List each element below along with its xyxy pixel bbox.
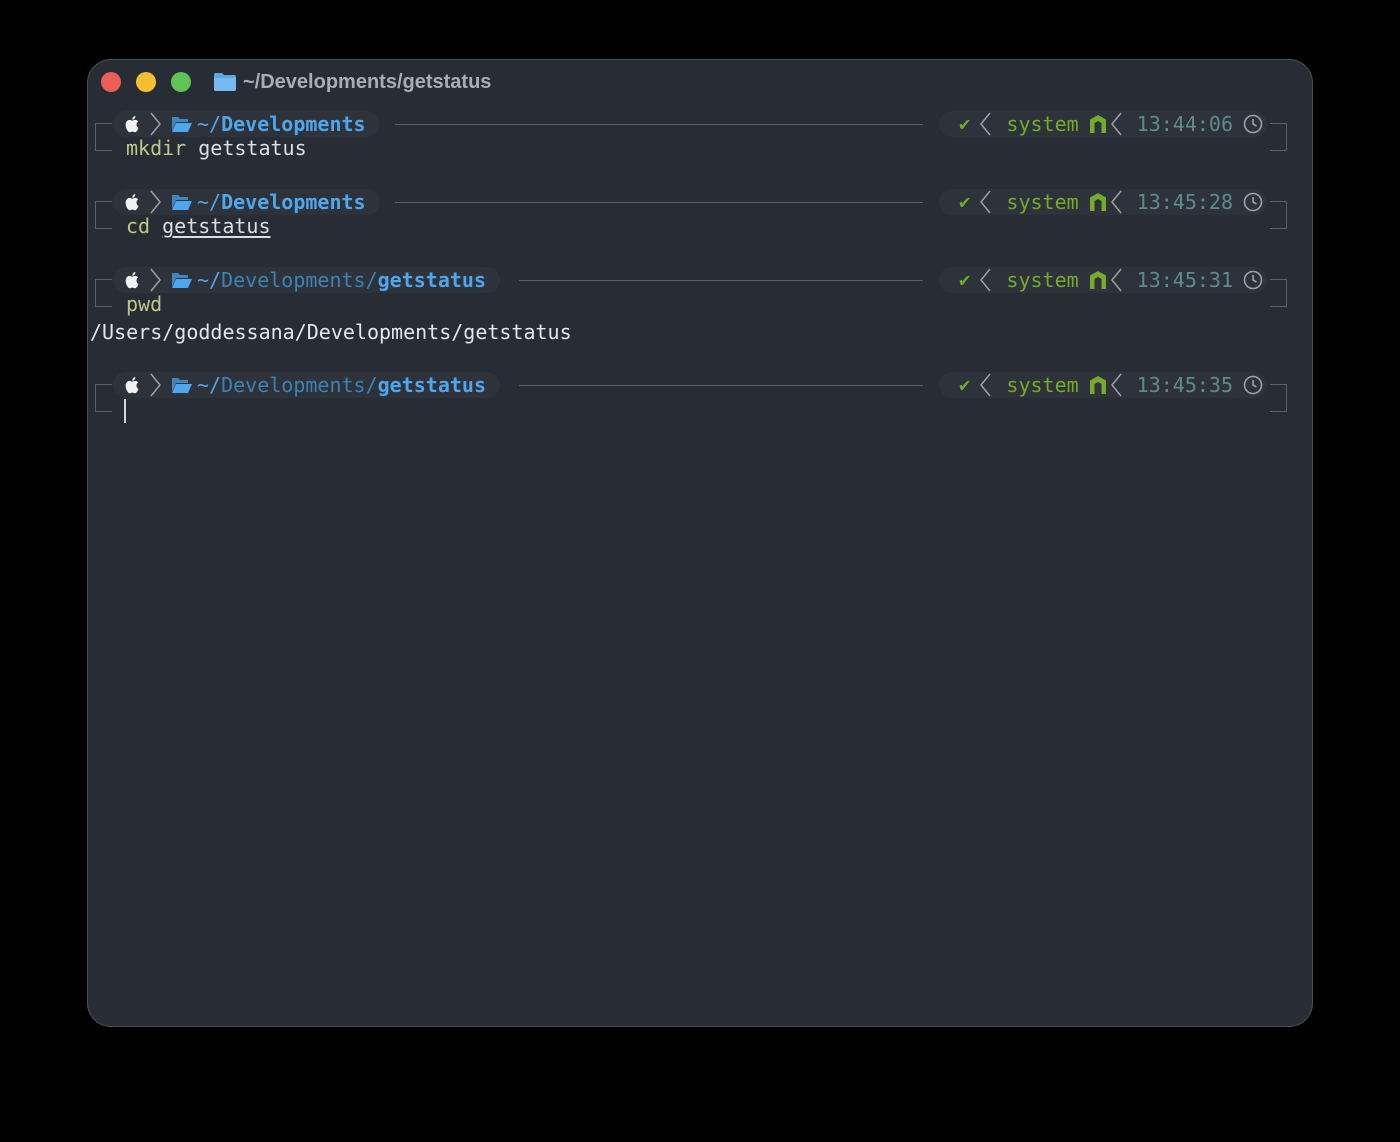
- clock-icon: [1243, 270, 1263, 290]
- prompt-filler-line: [519, 280, 923, 281]
- node-icon: [1089, 193, 1106, 211]
- node-icon: [1089, 115, 1106, 133]
- chevron-right-icon: [150, 268, 161, 292]
- window-title: ~/Developments/getstatus: [243, 71, 492, 93]
- prompt-left-segment: ~/Developments: [113, 189, 380, 215]
- prompt-path: ~/Developments: [197, 112, 366, 136]
- folder-icon: [214, 73, 236, 91]
- prompt-frame-right: [1270, 201, 1287, 229]
- command-name: cd: [126, 214, 151, 238]
- node-icon: [1089, 376, 1106, 394]
- terminal-window[interactable]: ~/Developments/getstatus ~/Developments …: [87, 59, 1313, 1027]
- prompt-time: 13:44:06: [1136, 112, 1233, 136]
- prompt-filler-line: [395, 124, 923, 125]
- prompt-filler-line: [519, 385, 923, 386]
- prompt-right-segment: ✔ system 13:44:06: [938, 111, 1267, 137]
- prompt-frame-left: [95, 384, 112, 412]
- close-button[interactable]: [101, 72, 121, 92]
- clock-icon: [1243, 192, 1263, 212]
- text-cursor[interactable]: [124, 399, 126, 423]
- prompt-frame-right: [1270, 123, 1287, 151]
- prompt-frame-right: [1270, 279, 1287, 307]
- env-name: system: [1006, 190, 1079, 214]
- prompt-path: ~/Developments/getstatus: [197, 373, 487, 397]
- check-icon: ✔: [958, 269, 971, 291]
- apple-icon: [125, 194, 139, 211]
- prompt-path: ~/Developments: [197, 190, 366, 214]
- zoom-button[interactable]: [171, 72, 191, 92]
- node-icon: [1089, 271, 1106, 289]
- clock-icon: [1243, 375, 1263, 395]
- folder-open-icon: [172, 117, 192, 132]
- chevron-left-icon: [980, 112, 992, 136]
- apple-icon: [125, 377, 139, 394]
- command-name: mkdir: [126, 136, 187, 160]
- command-line[interactable]: pwd: [126, 292, 162, 316]
- prompt-path: ~/Developments/getstatus: [197, 268, 487, 292]
- check-icon: ✔: [958, 113, 971, 135]
- chevron-left-icon: [1110, 268, 1122, 292]
- prompt-time: 13:45:31: [1136, 268, 1233, 292]
- prompt-time: 13:45:35: [1136, 373, 1233, 397]
- prompt-right-segment: ✔ system 13:45:35: [938, 372, 1267, 398]
- minimize-button[interactable]: [136, 72, 156, 92]
- env-name: system: [1006, 112, 1079, 136]
- prompt-frame-left: [95, 123, 112, 151]
- check-icon: ✔: [958, 374, 971, 396]
- prompt-left-segment: ~/Developments/getstatus: [113, 372, 501, 398]
- prompt-frame-left: [95, 201, 112, 229]
- check-icon: ✔: [958, 191, 971, 213]
- prompt-right-segment: ✔ system 13:45:28: [938, 189, 1267, 215]
- command-arg: getstatus: [198, 136, 307, 160]
- apple-icon: [125, 272, 139, 289]
- command-arg: getstatus: [162, 214, 271, 238]
- chevron-left-icon: [1110, 373, 1122, 397]
- folder-open-icon: [172, 195, 192, 210]
- prompt-left-segment: ~/Developments: [113, 111, 380, 137]
- folder-open-icon: [172, 378, 192, 393]
- prompt-block: ~/Developments/getstatus ✔ system 13:45:…: [87, 370, 1313, 430]
- env-name: system: [1006, 268, 1079, 292]
- command-line[interactable]: cd getstatus: [126, 214, 271, 238]
- chevron-right-icon: [150, 112, 161, 136]
- chevron-left-icon: [980, 373, 992, 397]
- apple-icon: [125, 116, 139, 133]
- chevron-left-icon: [1110, 190, 1122, 214]
- command-output: /Users/goddessana/Developments/getstatus: [90, 320, 572, 344]
- prompt-block: ~/Developments ✔ system 13:44:06 mkdir g…: [87, 109, 1313, 169]
- chevron-left-icon: [1110, 112, 1122, 136]
- command-line[interactable]: mkdir getstatus: [126, 136, 307, 160]
- prompt-frame-right: [1270, 384, 1287, 412]
- chevron-right-icon: [150, 190, 161, 214]
- chevron-left-icon: [980, 268, 992, 292]
- chevron-left-icon: [980, 190, 992, 214]
- prompt-time: 13:45:28: [1136, 190, 1233, 214]
- prompt-frame-left: [95, 279, 112, 307]
- prompt-filler-line: [395, 202, 923, 203]
- prompt-right-segment: ✔ system 13:45:31: [938, 267, 1267, 293]
- chevron-right-icon: [150, 373, 161, 397]
- prompt-left-segment: ~/Developments/getstatus: [113, 267, 501, 293]
- clock-icon: [1243, 114, 1263, 134]
- command-name: pwd: [126, 292, 163, 316]
- title-bar: ~/Developments/getstatus: [87, 59, 1313, 107]
- folder-open-icon: [172, 273, 192, 288]
- env-name: system: [1006, 373, 1079, 397]
- prompt-block: ~/Developments ✔ system 13:45:28 cd gets…: [87, 187, 1313, 247]
- prompt-block: ~/Developments/getstatus ✔ system 13:45:…: [87, 265, 1313, 325]
